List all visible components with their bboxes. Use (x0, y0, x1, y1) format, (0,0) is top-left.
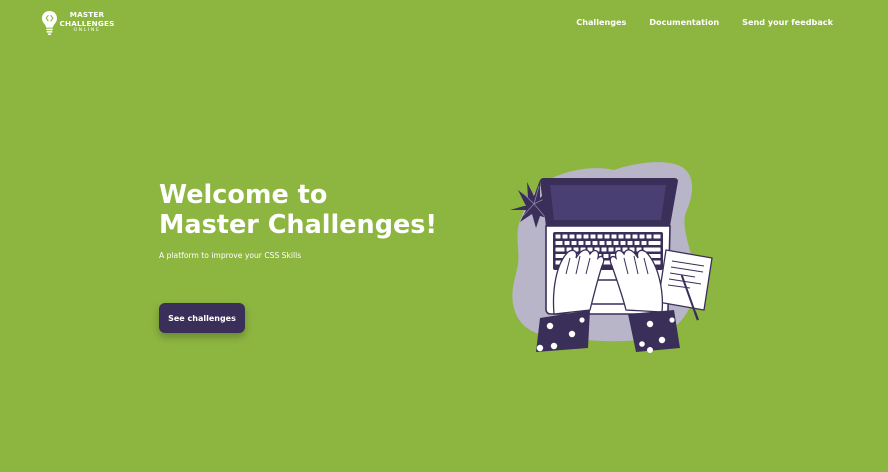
brand-line-3: ONLINE (73, 28, 101, 34)
hero-subtitle: A platform to improve your CSS Skills (159, 251, 302, 260)
main-nav: Challenges Documentation Send your feedb… (576, 17, 833, 28)
hero-title-line-1: Welcome to (159, 180, 328, 210)
brand-logo[interactable]: MASTER CHALLENGES ONLINE (41, 10, 115, 36)
brand-wordmark: MASTER CHALLENGES ONLINE (59, 10, 115, 34)
brand-line-1: MASTER (69, 10, 105, 19)
hero-section: Welcome to Master Challenges! A platform… (159, 180, 459, 261)
brand-line-2: CHALLENGES (59, 19, 115, 29)
hero-title-line-2: Master Challenges! (159, 210, 438, 240)
nav-link-documentation[interactable]: Documentation (649, 17, 719, 28)
lightbulb-code-icon (42, 11, 57, 35)
laptop-typing-illustration (490, 160, 720, 356)
person-typing-on-laptop-illustration (510, 162, 713, 353)
nav-link-challenges[interactable]: Challenges (576, 17, 626, 28)
site-header: MASTER CHALLENGES ONLINE Challenges Docu… (0, 0, 888, 46)
see-challenges-button[interactable]: See challenges (159, 303, 245, 333)
hero-title: Welcome to Master Challenges! (159, 180, 459, 240)
nav-link-feedback[interactable]: Send your feedback (742, 17, 833, 28)
